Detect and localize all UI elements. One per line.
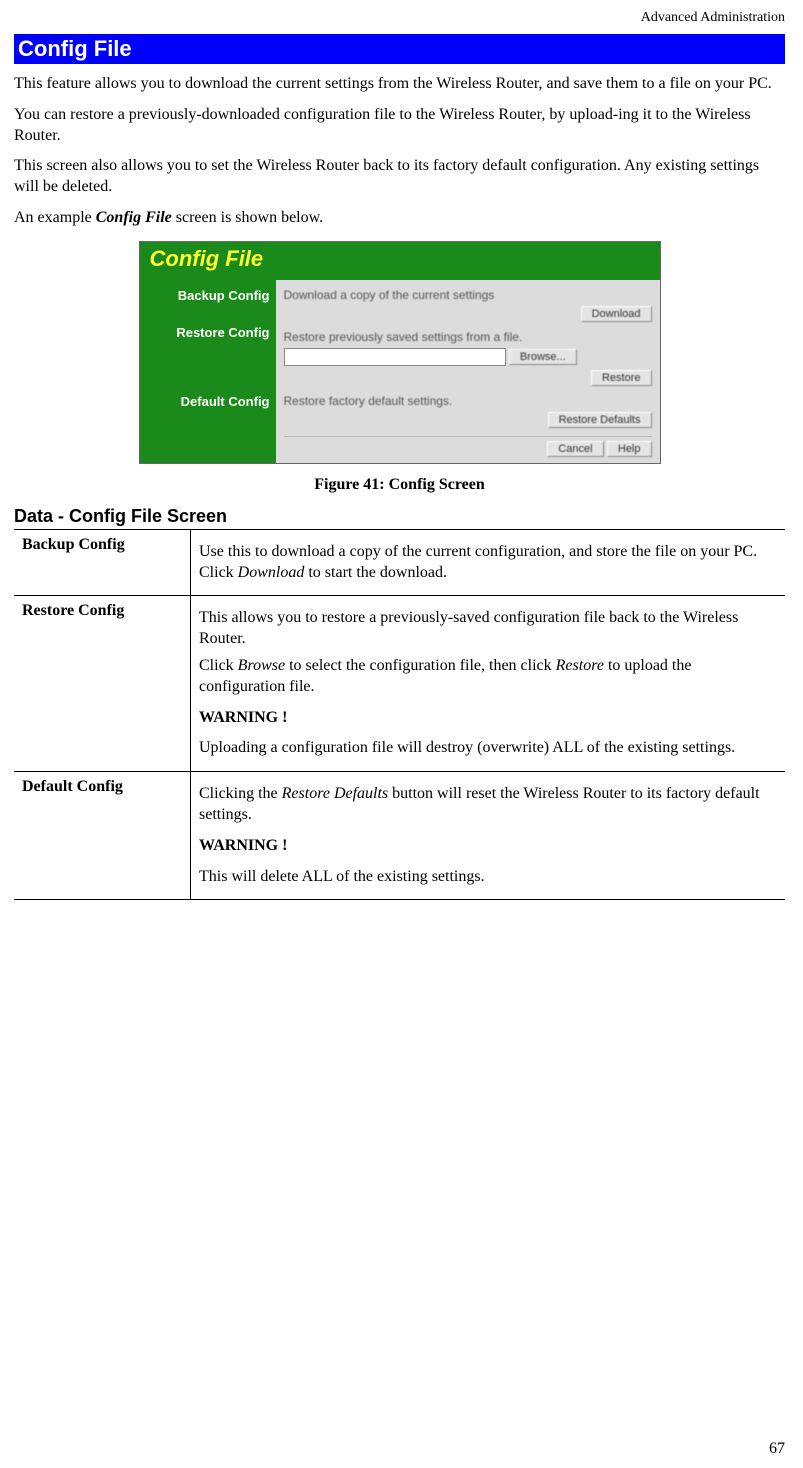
row-label-backup: Backup Config [14, 529, 191, 596]
screenshot-sidebar: Backup Config Restore Config Default Con… [140, 280, 276, 463]
config-screenshot: Config File Backup Config Restore Config… [139, 241, 661, 464]
page-header-right: Advanced Administration [14, 10, 785, 26]
row-label-restore: Restore Config [14, 596, 191, 772]
intro-text: This feature allows you to download the … [14, 74, 785, 229]
row3-warning: WARNING ! [199, 836, 777, 857]
row-label-default: Default Config [14, 772, 191, 900]
data-table: Backup Config Use this to download a cop… [14, 529, 785, 901]
table-row: Backup Config Use this to download a cop… [14, 529, 785, 596]
intro-p1: This feature allows you to download the … [14, 74, 785, 95]
table-row: Default Config Clicking the Restore Defa… [14, 772, 785, 900]
row2-p2: Click Browse to select the configuration… [199, 656, 777, 698]
sidebar-backup-config: Backup Config [144, 288, 270, 303]
row3-p1: Clicking the Restore Defaults button wil… [199, 784, 777, 826]
row2-p1: This allows you to restore a previously-… [199, 608, 777, 650]
browse-button[interactable]: Browse... [509, 349, 577, 365]
intro-p4-emph: Config File [96, 209, 172, 226]
cancel-button[interactable]: Cancel [547, 441, 603, 457]
file-path-input[interactable] [284, 348, 506, 366]
restore-defaults-button[interactable]: Restore Defaults [548, 412, 652, 428]
sidebar-restore-config: Restore Config [144, 325, 270, 340]
row1-text: Use this to download a copy of the curre… [199, 542, 777, 584]
row3-p2: This will delete ALL of the existing set… [199, 867, 777, 888]
screenshot-title: Config File [140, 242, 660, 280]
data-subheading: Data - Config File Screen [14, 506, 785, 527]
sidebar-default-config: Default Config [144, 394, 270, 409]
page-number: 67 [769, 1440, 785, 1458]
backup-text: Download a copy of the current settings [284, 288, 652, 302]
default-text: Restore factory default settings. [284, 394, 652, 408]
figure-caption: Figure 41: Config Screen [14, 476, 785, 494]
intro-p4-suffix: screen is shown below. [172, 209, 323, 226]
intro-p4-prefix: An example [14, 209, 96, 226]
download-button[interactable]: Download [581, 306, 652, 322]
table-row: Restore Config This allows you to restor… [14, 596, 785, 772]
help-button[interactable]: Help [607, 441, 652, 457]
intro-p3: This screen also allows you to set the W… [14, 156, 785, 198]
restore-text: Restore previously saved settings from a… [284, 330, 652, 344]
screenshot-main: Download a copy of the current settings … [276, 280, 660, 463]
row2-p3: Uploading a configuration file will dest… [199, 738, 777, 759]
intro-p2: You can restore a previously-downloaded … [14, 105, 785, 147]
restore-button[interactable]: Restore [591, 370, 652, 386]
intro-p4: An example Config File screen is shown b… [14, 208, 785, 229]
section-title: Config File [14, 34, 785, 64]
row2-warning: WARNING ! [199, 708, 777, 729]
